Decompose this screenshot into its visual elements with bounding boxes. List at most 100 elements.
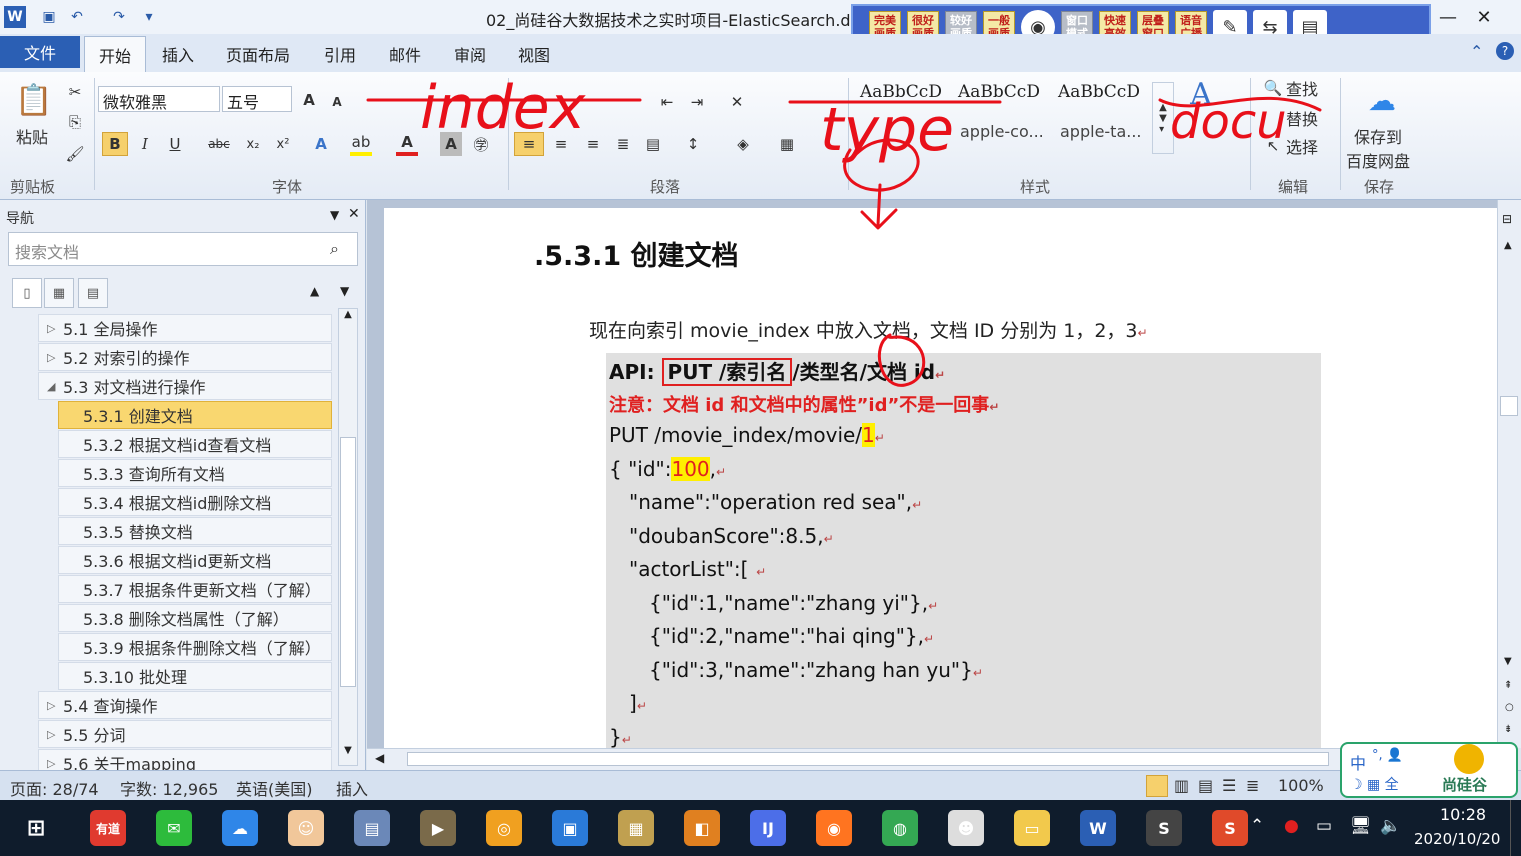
- document-vertical-scrollbar[interactable]: ⊟ ▲ ▼ ⇞ ○ ⇟: [1497, 200, 1521, 748]
- cut-icon[interactable]: ✂: [64, 80, 86, 104]
- ime-punct-icon[interactable]: °, 👤: [1372, 748, 1403, 763]
- taskbar-app-icon[interactable]: ☻: [948, 810, 984, 846]
- taskbar-app-icon[interactable]: ▶: [420, 810, 456, 846]
- full-screen-reading-icon[interactable]: ▥: [1174, 776, 1189, 795]
- save-icon[interactable]: ▣: [38, 6, 60, 28]
- clock-time[interactable]: 10:28: [1440, 805, 1486, 824]
- zoom-level[interactable]: 100%: [1278, 776, 1324, 795]
- font-size-combo[interactable]: 五号: [222, 86, 292, 112]
- search-icon[interactable]: ⌕: [330, 239, 339, 259]
- increase-indent-icon[interactable]: ⇥: [686, 90, 708, 114]
- nav-item[interactable]: 5.3.3 查询所有文档: [58, 459, 332, 487]
- taskbar-app-icon[interactable]: ◧: [684, 810, 720, 846]
- taskbar-app-icon[interactable]: ◉: [816, 810, 852, 846]
- taskbar-app-icon[interactable]: W: [1080, 810, 1116, 846]
- h-scroll-thumb[interactable]: [407, 752, 1329, 766]
- subscript-button[interactable]: x₂: [242, 132, 264, 156]
- taskbar-app-icon[interactable]: ✉: [156, 810, 192, 846]
- nav-item[interactable]: ◢ 5.3 对文档进行操作: [38, 372, 332, 400]
- draft-view-icon[interactable]: ≣: [1246, 776, 1259, 795]
- scroll-up-icon[interactable]: ▲: [339, 309, 357, 329]
- show-desktop-button[interactable]: [1510, 800, 1514, 856]
- next-page-icon[interactable]: ⇟: [1504, 724, 1512, 735]
- taskbar-app-icon[interactable]: 有道: [90, 810, 126, 846]
- taskbar-app-icon[interactable]: ◍: [882, 810, 918, 846]
- align-center-button[interactable]: ≡: [550, 132, 572, 156]
- taskbar-app-icon[interactable]: ▣: [552, 810, 588, 846]
- taskbar-app-icon[interactable]: S: [1146, 810, 1182, 846]
- superscript-button[interactable]: x²: [272, 132, 294, 156]
- baidu-cloud-icon[interactable]: ☁: [1362, 80, 1402, 120]
- browse-object-icon[interactable]: ○: [1505, 702, 1514, 713]
- nav-scrollbar[interactable]: ▲ ▼: [338, 308, 358, 766]
- web-layout-icon[interactable]: ▤: [1198, 776, 1213, 795]
- strikethrough-button[interactable]: abc: [208, 132, 230, 156]
- find-button[interactable]: 查找: [1286, 76, 1318, 100]
- doc-scroll-thumb[interactable]: [1500, 396, 1518, 416]
- word-count[interactable]: 字数: 12,965: [120, 776, 218, 800]
- enclose-char-icon[interactable]: ㊫: [470, 132, 492, 156]
- nav-item[interactable]: 5.3.8 删除文档属性（了解）: [58, 604, 332, 632]
- language[interactable]: 英语(美国): [236, 776, 313, 800]
- char-shading-icon[interactable]: A: [440, 132, 462, 156]
- nav-item[interactable]: 5.3.10 批处理: [58, 662, 332, 690]
- save-to-label[interactable]: 保存到: [1354, 124, 1402, 148]
- taskbar-app-icon[interactable]: S: [1212, 810, 1248, 846]
- nav-item[interactable]: ▷ 5.5 分词: [38, 720, 332, 748]
- start-icon[interactable]: ⊞: [18, 810, 54, 846]
- grow-font-icon[interactable]: A: [298, 88, 320, 112]
- page-count[interactable]: 页面: 28/74: [10, 776, 99, 800]
- ruler-toggle-icon[interactable]: ⊟: [1502, 212, 1512, 226]
- paste-icon[interactable]: 📋: [14, 80, 54, 120]
- minimize-button[interactable]: —: [1434, 6, 1462, 28]
- nav-search-input[interactable]: 搜索文档 ⌕: [8, 232, 358, 266]
- taskbar-app-icon[interactable]: ☺: [288, 810, 324, 846]
- taskbar-app-icon[interactable]: ◎: [486, 810, 522, 846]
- scroll-down-icon[interactable]: ▼: [1504, 656, 1512, 667]
- distributed-align-button[interactable]: ▤: [642, 132, 664, 156]
- taskbar-app-icon[interactable]: ▦: [618, 810, 654, 846]
- volume-icon[interactable]: 🔈: [1380, 816, 1401, 836]
- nav-item[interactable]: ▷ 5.4 查询操作: [38, 691, 332, 719]
- scroll-up-icon[interactable]: ▲: [1504, 240, 1512, 251]
- nav-item[interactable]: 5.3.5 替换文档: [58, 517, 332, 545]
- tab-mailings[interactable]: 邮件: [389, 42, 421, 66]
- battery-icon[interactable]: ▭: [1316, 816, 1332, 836]
- underline-button[interactable]: U: [164, 132, 186, 156]
- nav-item[interactable]: 5.3.4 根据文档id删除文档: [58, 488, 332, 516]
- nav-item[interactable]: ▷ 5.2 对索引的操作: [38, 343, 332, 371]
- nav-item[interactable]: 5.3.2 根据文档id查看文档: [58, 430, 332, 458]
- styles-scroll[interactable]: ▲ ▼ ▾: [1152, 82, 1174, 154]
- highlight-icon[interactable]: ab: [350, 132, 372, 156]
- nav-close-icon[interactable]: ✕: [348, 206, 360, 222]
- network-icon[interactable]: 🖥: [1350, 816, 1372, 836]
- nav-next-icon[interactable]: ▼: [340, 284, 349, 298]
- collapsed-triangle-icon[interactable]: ▷: [47, 699, 55, 712]
- select-button[interactable]: 选择: [1286, 134, 1318, 158]
- collapsed-triangle-icon[interactable]: ▷: [47, 757, 55, 770]
- decrease-indent-icon[interactable]: ⇤: [656, 90, 678, 114]
- tab-file[interactable]: 文件: [0, 36, 80, 68]
- format-painter-icon[interactable]: 🖌: [64, 142, 86, 166]
- copy-icon[interactable]: ⎘: [64, 110, 86, 134]
- font-color-icon[interactable]: A: [396, 132, 418, 156]
- print-layout-view-icon[interactable]: [1146, 775, 1168, 797]
- close-button[interactable]: ✕: [1470, 6, 1498, 28]
- expanded-triangle-icon[interactable]: ◢: [47, 380, 55, 393]
- align-left-button[interactable]: ≡: [514, 132, 544, 156]
- taskbar-app-icon[interactable]: IJ: [750, 810, 786, 846]
- tab-page-layout[interactable]: 页面布局: [226, 42, 290, 66]
- redo-icon[interactable]: ↷: [108, 6, 130, 28]
- paste-button[interactable]: 粘贴: [12, 124, 52, 148]
- replace-button[interactable]: 替换: [1286, 106, 1318, 130]
- collapse-ribbon-icon[interactable]: ⌃: [1470, 42, 1483, 61]
- nav-item[interactable]: 5.3.6 根据文档id更新文档: [58, 546, 332, 574]
- bold-button[interactable]: B: [102, 132, 128, 156]
- tab-review[interactable]: 审阅: [454, 42, 486, 66]
- style-normal[interactable]: AaBbCcD: [860, 82, 960, 148]
- nav-item[interactable]: 5.3.1 创建文档: [58, 401, 332, 429]
- collapsed-triangle-icon[interactable]: ▷: [47, 351, 55, 364]
- line-spacing-icon[interactable]: ↕: [682, 132, 704, 156]
- nav-headings-tab[interactable]: ▯: [12, 278, 42, 308]
- nav-results-tab[interactable]: ▤: [78, 278, 108, 308]
